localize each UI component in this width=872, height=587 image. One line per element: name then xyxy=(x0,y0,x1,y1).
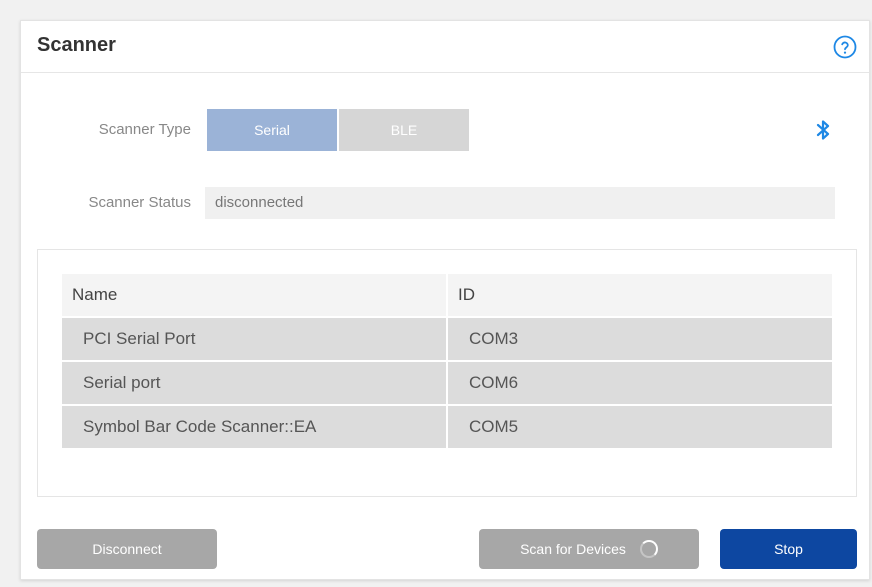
table-row[interactable]: PCI Serial Port COM3 xyxy=(60,316,834,362)
scan-button-label: Scan for Devices xyxy=(520,541,626,557)
panel-title: Scanner xyxy=(37,34,116,56)
scanner-status-value: disconnected xyxy=(205,187,835,219)
device-name-cell: Serial port xyxy=(60,360,448,406)
stop-button[interactable]: Stop xyxy=(720,529,857,569)
column-header-name: Name xyxy=(60,272,448,318)
scanner-type-serial-toggle[interactable]: Serial xyxy=(207,109,337,151)
devices-table: Name ID PCI Serial Port COM3 Serial port… xyxy=(60,272,834,450)
scanner-panel: Scanner Scanner Type Serial BLE Scanner … xyxy=(20,20,870,580)
device-id-cell: COM5 xyxy=(446,404,834,450)
loading-spinner-icon xyxy=(639,540,658,558)
disconnect-button[interactable]: Disconnect xyxy=(37,529,217,569)
scanner-type-ble-toggle[interactable]: BLE xyxy=(339,109,469,151)
help-icon[interactable] xyxy=(833,35,857,59)
device-name-cell: Symbol Bar Code Scanner::EA xyxy=(60,404,448,450)
bluetooth-icon xyxy=(816,120,830,140)
column-header-id: ID xyxy=(446,272,834,318)
panel-header: Scanner xyxy=(21,21,869,73)
device-id-cell: COM3 xyxy=(446,316,834,362)
stop-button-label: Stop xyxy=(774,541,803,557)
table-row[interactable]: Serial port COM6 xyxy=(60,360,834,406)
scan-for-devices-button[interactable]: Scan for Devices xyxy=(479,529,699,569)
device-id-cell: COM6 xyxy=(446,360,834,406)
device-name-cell: PCI Serial Port xyxy=(60,316,448,362)
table-header-row: Name ID xyxy=(60,272,834,318)
disconnect-button-label: Disconnect xyxy=(92,541,162,557)
table-row[interactable]: Symbol Bar Code Scanner::EA COM5 xyxy=(60,404,834,450)
devices-table-container: Name ID PCI Serial Port COM3 Serial port… xyxy=(37,249,857,497)
scanner-status-label: Scanner Status xyxy=(88,194,191,211)
scanner-type-label: Scanner Type xyxy=(98,121,191,138)
